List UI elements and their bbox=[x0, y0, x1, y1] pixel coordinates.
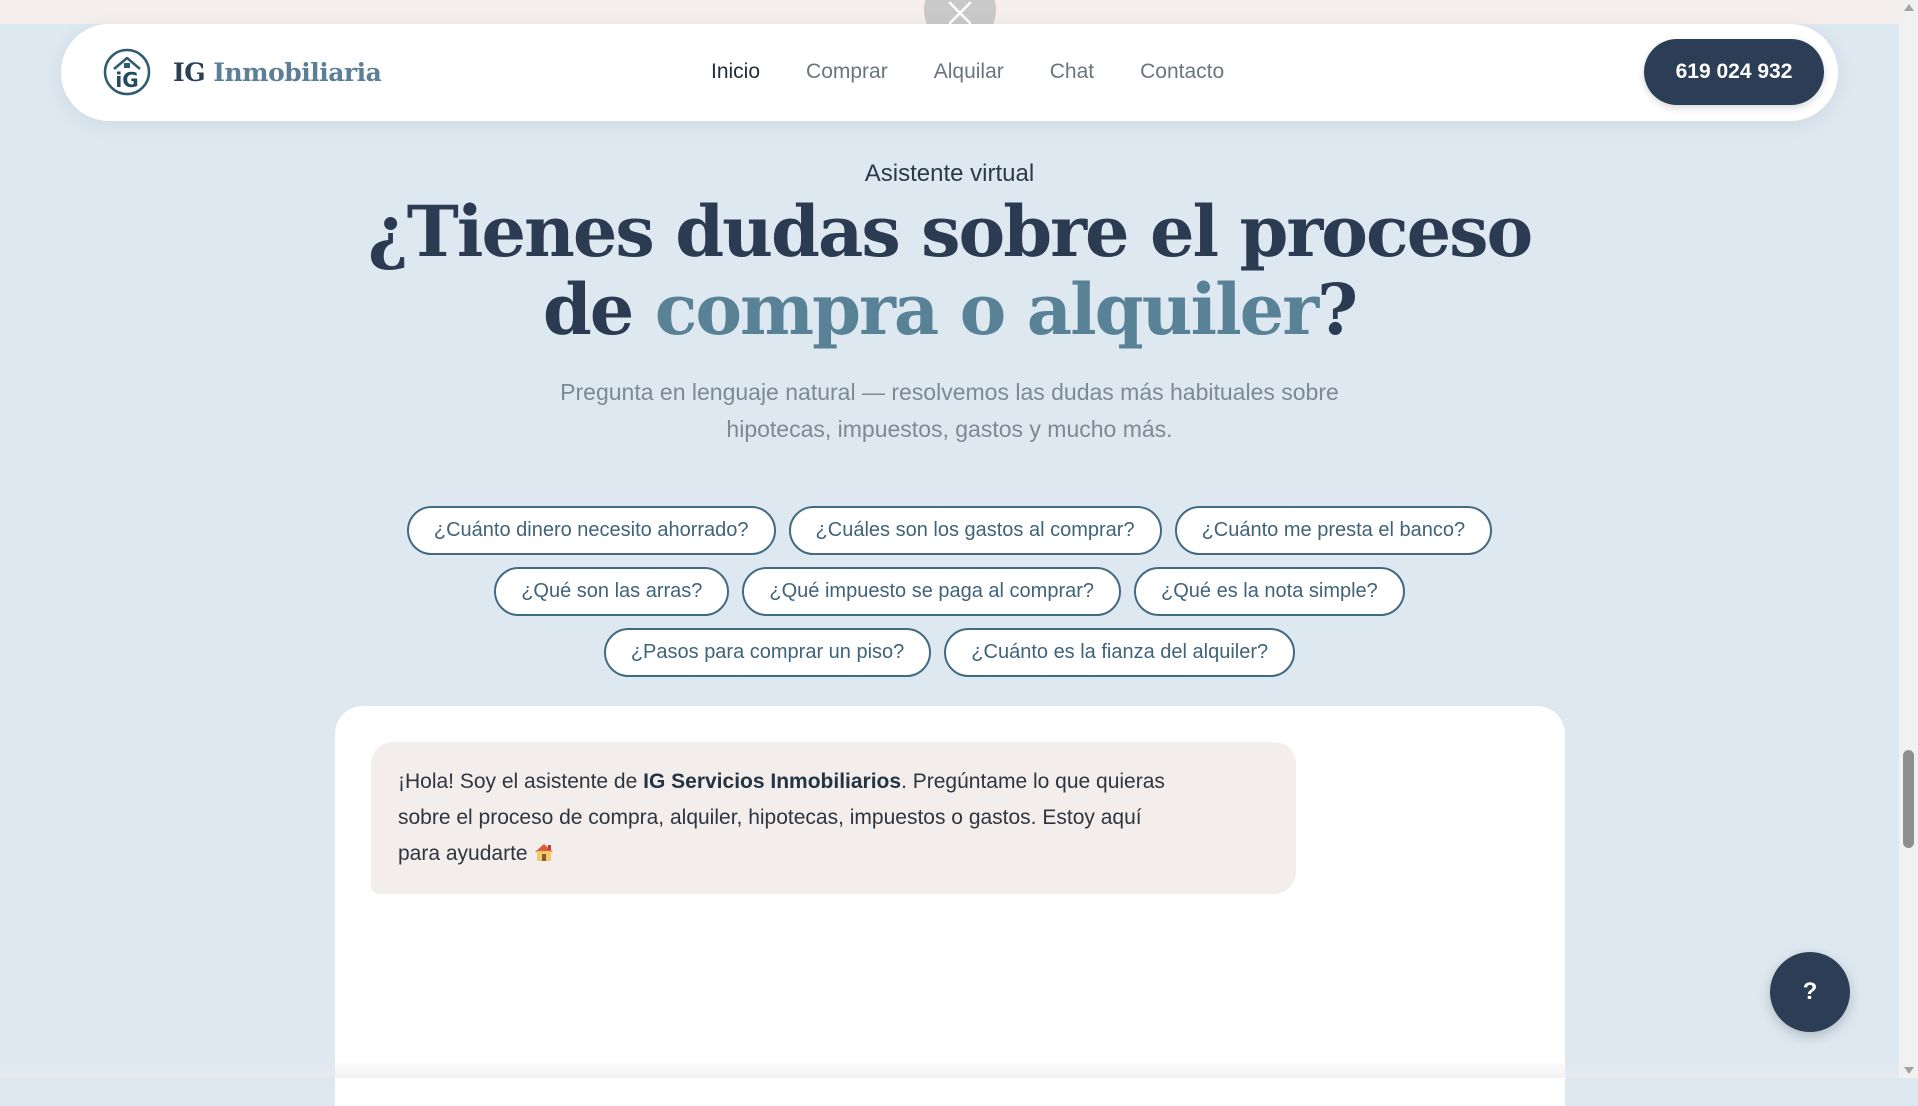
chip-fianza[interactable]: ¿Cuánto es la fianza del alquiler? bbox=[944, 628, 1296, 677]
headline-prefix: de bbox=[542, 268, 655, 351]
nav-item-comprar[interactable]: Comprar bbox=[806, 60, 888, 84]
message-line3: para ayudarte bbox=[398, 836, 1269, 872]
chip-row: ¿Pasos para comprar un piso? ¿Cuánto es … bbox=[603, 628, 1296, 677]
headline-line1: ¿Tienes dudas sobre el proceso bbox=[367, 190, 1533, 273]
chip-ahorrado[interactable]: ¿Cuánto dinero necesito ahorrado? bbox=[406, 506, 776, 555]
chat-panel: ¡Hola! Soy el asistente de IG Servicios … bbox=[335, 706, 1565, 1106]
message-line2: sobre el proceso de compra, alquiler, hi… bbox=[398, 806, 1142, 829]
brand-name-part1: IG bbox=[173, 58, 206, 87]
house-icon bbox=[535, 844, 554, 861]
scrollbar-thumb[interactable] bbox=[1903, 750, 1914, 848]
headline-suffix: ? bbox=[1317, 268, 1358, 351]
close-icon bbox=[948, 1, 972, 25]
brand-name[interactable]: IG Inmobiliaria bbox=[173, 58, 382, 87]
chip-row: ¿Qué son las arras? ¿Qué impuesto se pag… bbox=[494, 567, 1405, 616]
nav-item-contacto[interactable]: Contacto bbox=[1140, 60, 1224, 84]
scrollbar[interactable] bbox=[1899, 0, 1918, 1078]
nav-item-chat[interactable]: Chat bbox=[1050, 60, 1094, 84]
nav-item-alquilar[interactable]: Alquilar bbox=[934, 60, 1004, 84]
chip-nota-simple[interactable]: ¿Qué es la nota simple? bbox=[1134, 567, 1405, 616]
bottom-shade bbox=[0, 1060, 1899, 1078]
greeting-suffix: . Pregúntame lo que quieras bbox=[901, 770, 1165, 793]
subtitle: Pregunta en lenguaje natural — resolvemo… bbox=[0, 374, 1899, 448]
nav-links: Inicio Comprar Alquilar Chat Contacto bbox=[711, 60, 1224, 84]
chip-pasos-comprar[interactable]: ¿Pasos para comprar un piso? bbox=[603, 628, 932, 677]
greeting-line3: para ayudarte bbox=[398, 842, 528, 865]
logo-icon[interactable]: iG bbox=[103, 48, 151, 96]
assistant-message: ¡Hola! Soy el asistente de IG Servicios … bbox=[371, 742, 1296, 894]
chip-gastos[interactable]: ¿Cuáles son los gastos al comprar? bbox=[788, 506, 1162, 555]
subtitle-line1: Pregunta en lenguaje natural — resolvemo… bbox=[560, 379, 1339, 405]
headline-line2: de compra o alquiler? bbox=[0, 271, 1899, 349]
chip-row: ¿Cuánto dinero necesito ahorrado? ¿Cuále… bbox=[406, 506, 1493, 555]
suggestion-chips: ¿Cuánto dinero necesito ahorrado? ¿Cuále… bbox=[0, 506, 1899, 677]
page-title: ¿Tienes dudas sobre el proceso de compra… bbox=[0, 193, 1899, 349]
eyebrow-label: Asistente virtual bbox=[864, 160, 1035, 187]
greeting-prefix: ¡Hola! Soy el asistente de bbox=[398, 770, 644, 793]
subtitle-line2: hipotecas, impuestos, gastos y mucho más… bbox=[726, 416, 1173, 442]
scroll-down-arrow-icon[interactable] bbox=[1904, 1067, 1914, 1074]
message-line1: ¡Hola! Soy el asistente de IG Servicios … bbox=[398, 764, 1269, 800]
help-button[interactable]: ? bbox=[1770, 952, 1850, 1032]
greeting-bold: IG Servicios Inmobiliarios bbox=[643, 770, 902, 793]
navbar: iG IG Inmobiliaria Inicio Comprar Alquil… bbox=[61, 24, 1838, 121]
brand-name-part2: Inmobiliaria bbox=[213, 58, 382, 87]
logo-text: iG bbox=[115, 68, 138, 92]
page: iG IG Inmobiliaria Inicio Comprar Alquil… bbox=[0, 0, 1899, 1106]
chip-impuesto[interactable]: ¿Qué impuesto se paga al comprar? bbox=[742, 567, 1122, 616]
scroll-up-arrow-icon[interactable] bbox=[1904, 4, 1914, 11]
headline-highlight: compra o alquiler bbox=[654, 268, 1319, 351]
chip-arras[interactable]: ¿Qué son las arras? bbox=[494, 567, 730, 616]
chip-presta-banco[interactable]: ¿Cuánto me presta el banco? bbox=[1174, 506, 1493, 555]
phone-button[interactable]: 619 024 932 bbox=[1644, 39, 1824, 105]
nav-item-inicio[interactable]: Inicio bbox=[711, 60, 760, 84]
